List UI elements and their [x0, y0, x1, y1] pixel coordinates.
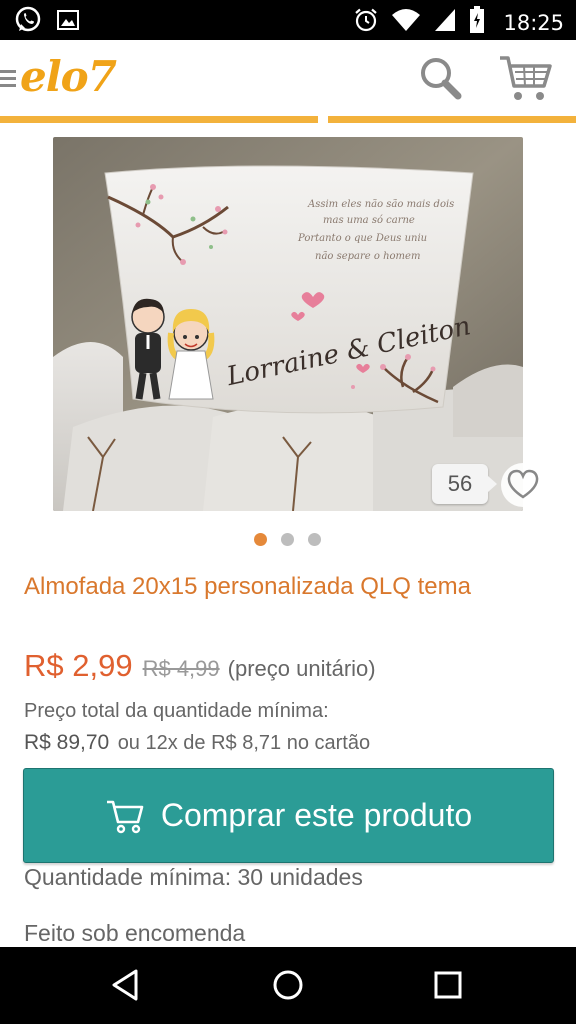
minimum-quantity: Quantidade mínima: 30 unidades: [24, 864, 363, 890]
product-title: Almofada 20x15 personalizada QLQ tema: [24, 573, 471, 600]
image-icon: [56, 8, 80, 37]
whatsapp-icon: [14, 6, 42, 39]
carousel-dot-2[interactable]: [281, 533, 294, 546]
search-icon: [421, 58, 462, 100]
favorite-button[interactable]: [498, 460, 548, 510]
app-header: elo7: [0, 40, 576, 123]
made-to-order-text: Feito sob encomenda: [24, 920, 246, 946]
recents-button[interactable]: [428, 965, 468, 1005]
recents-icon: [434, 971, 462, 999]
header-divider: [0, 116, 576, 123]
total-price-value: R$ 89,70: [24, 731, 110, 754]
svg-text:não separe o homem: não separe o homem: [315, 251, 420, 262]
navigation-bar: [0, 947, 576, 1024]
carousel-dot-1[interactable]: [254, 533, 267, 546]
home-button[interactable]: [268, 965, 308, 1005]
old-price: R$ 4,99: [142, 656, 220, 681]
search-button[interactable]: [416, 54, 466, 104]
wifi-icon: [391, 7, 421, 38]
installments-text: ou 12x de R$ 8,71 no cartão: [117, 732, 371, 754]
svg-text:Portanto o que Deus uniu: Portanto o que Deus uniu: [297, 233, 427, 244]
status-bar: 18:25: [0, 0, 576, 40]
product-image[interactable]: Assim eles não são mais dois mas uma só …: [53, 137, 523, 511]
price-note: (preço unitário): [227, 656, 376, 681]
svg-text:mas uma só carne: mas uma só carne: [323, 215, 415, 226]
svg-text:Assim eles não são mais dois: Assim eles não são mais dois: [307, 199, 454, 210]
signal-icon: [433, 7, 457, 38]
menu-icon[interactable]: [0, 70, 16, 88]
price-row: R$ 2,99 R$ 4,99 (preço unitário): [24, 648, 376, 684]
buy-button[interactable]: Comprar este produto: [23, 768, 554, 863]
heart-icon: [501, 463, 545, 507]
carousel-dots: [254, 533, 321, 546]
cart-icon: [500, 56, 552, 100]
cart-button[interactable]: [498, 54, 554, 104]
total-price-row: R$ 89,70 ou 12x de R$ 8,71 no cartão: [24, 731, 370, 755]
back-button[interactable]: [106, 965, 146, 1005]
cart-icon: [106, 800, 144, 833]
back-icon: [112, 969, 138, 1001]
battery-icon: [469, 6, 485, 39]
buy-button-label: Comprar este produto: [160, 797, 473, 833]
favorites-count-badge: 56: [432, 464, 497, 504]
clock-time: 18:25: [503, 10, 564, 35]
alarm-icon: [353, 7, 379, 38]
elo7-logo[interactable]: elo7: [20, 52, 117, 101]
current-price: R$ 2,99: [24, 648, 133, 683]
carousel-dot-3[interactable]: [308, 533, 321, 546]
home-icon: [273, 970, 303, 1000]
total-price-label: Preço total da quantidade mínima:: [24, 700, 329, 722]
